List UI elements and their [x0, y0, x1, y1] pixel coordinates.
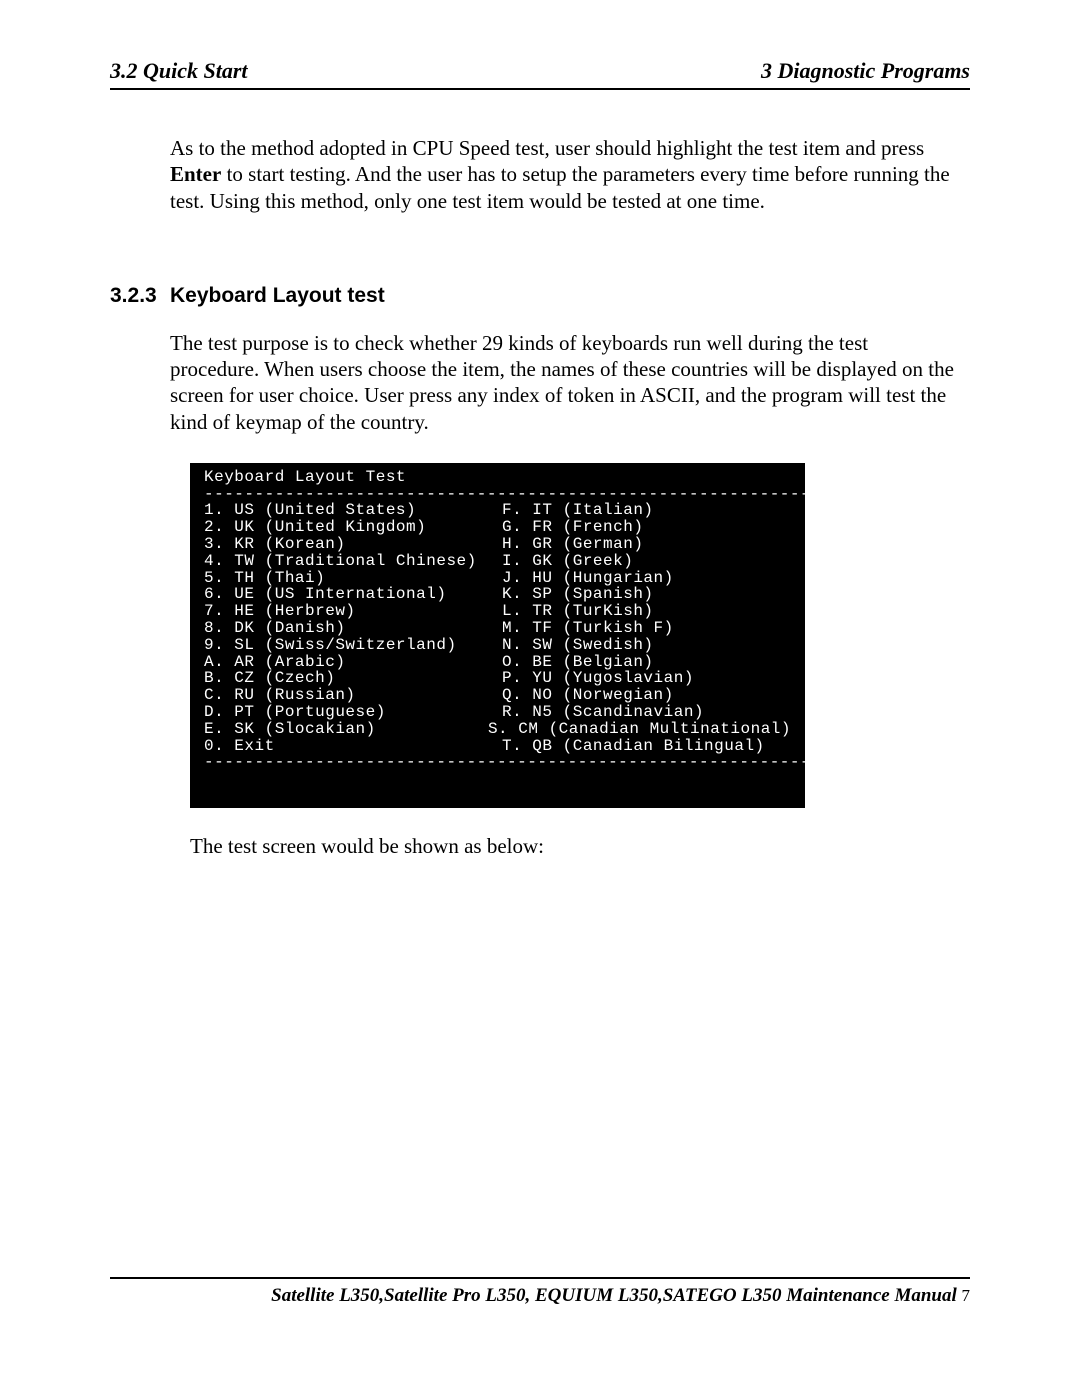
section-title: Keyboard Layout test [170, 284, 385, 307]
section-number: 3.2.3 [110, 284, 170, 308]
header-right: 3 Diagnostic Programs [761, 58, 970, 84]
header-rule [110, 88, 970, 90]
page-footer: Satellite L350,Satellite Pro L350, EQUIU… [110, 1277, 970, 1307]
footer-title: Satellite L350,Satellite Pro L350, EQUIU… [271, 1285, 957, 1306]
terminal-screenshot: Keyboard Layout Test -------------------… [190, 463, 805, 808]
text: As to the method adopted in CPU Speed te… [170, 136, 924, 160]
page-header: 3.2 Quick Start 3 Diagnostic Programs [110, 58, 970, 88]
text-bold: Enter [170, 162, 221, 186]
paragraph-follow: The test screen would be shown as below: [190, 834, 960, 859]
footer-rule [110, 1277, 970, 1279]
paragraph-keyboard-purpose: The test purpose is to check whether 29 … [170, 330, 960, 435]
body: As to the method adopted in CPU Speed te… [110, 135, 970, 214]
section-heading: 3.2.3Keyboard Layout test [110, 284, 970, 308]
footer-text: Satellite L350,Satellite Pro L350, EQUIU… [110, 1285, 970, 1307]
footer-page-number: 7 [962, 1286, 971, 1305]
page: 3.2 Quick Start 3 Diagnostic Programs As… [0, 0, 1080, 1397]
body: The test purpose is to check whether 29 … [110, 330, 970, 859]
paragraph-cpu-speed: As to the method adopted in CPU Speed te… [170, 135, 960, 214]
header-left: 3.2 Quick Start [110, 58, 248, 84]
text: to start testing. And the user has to se… [170, 162, 950, 212]
